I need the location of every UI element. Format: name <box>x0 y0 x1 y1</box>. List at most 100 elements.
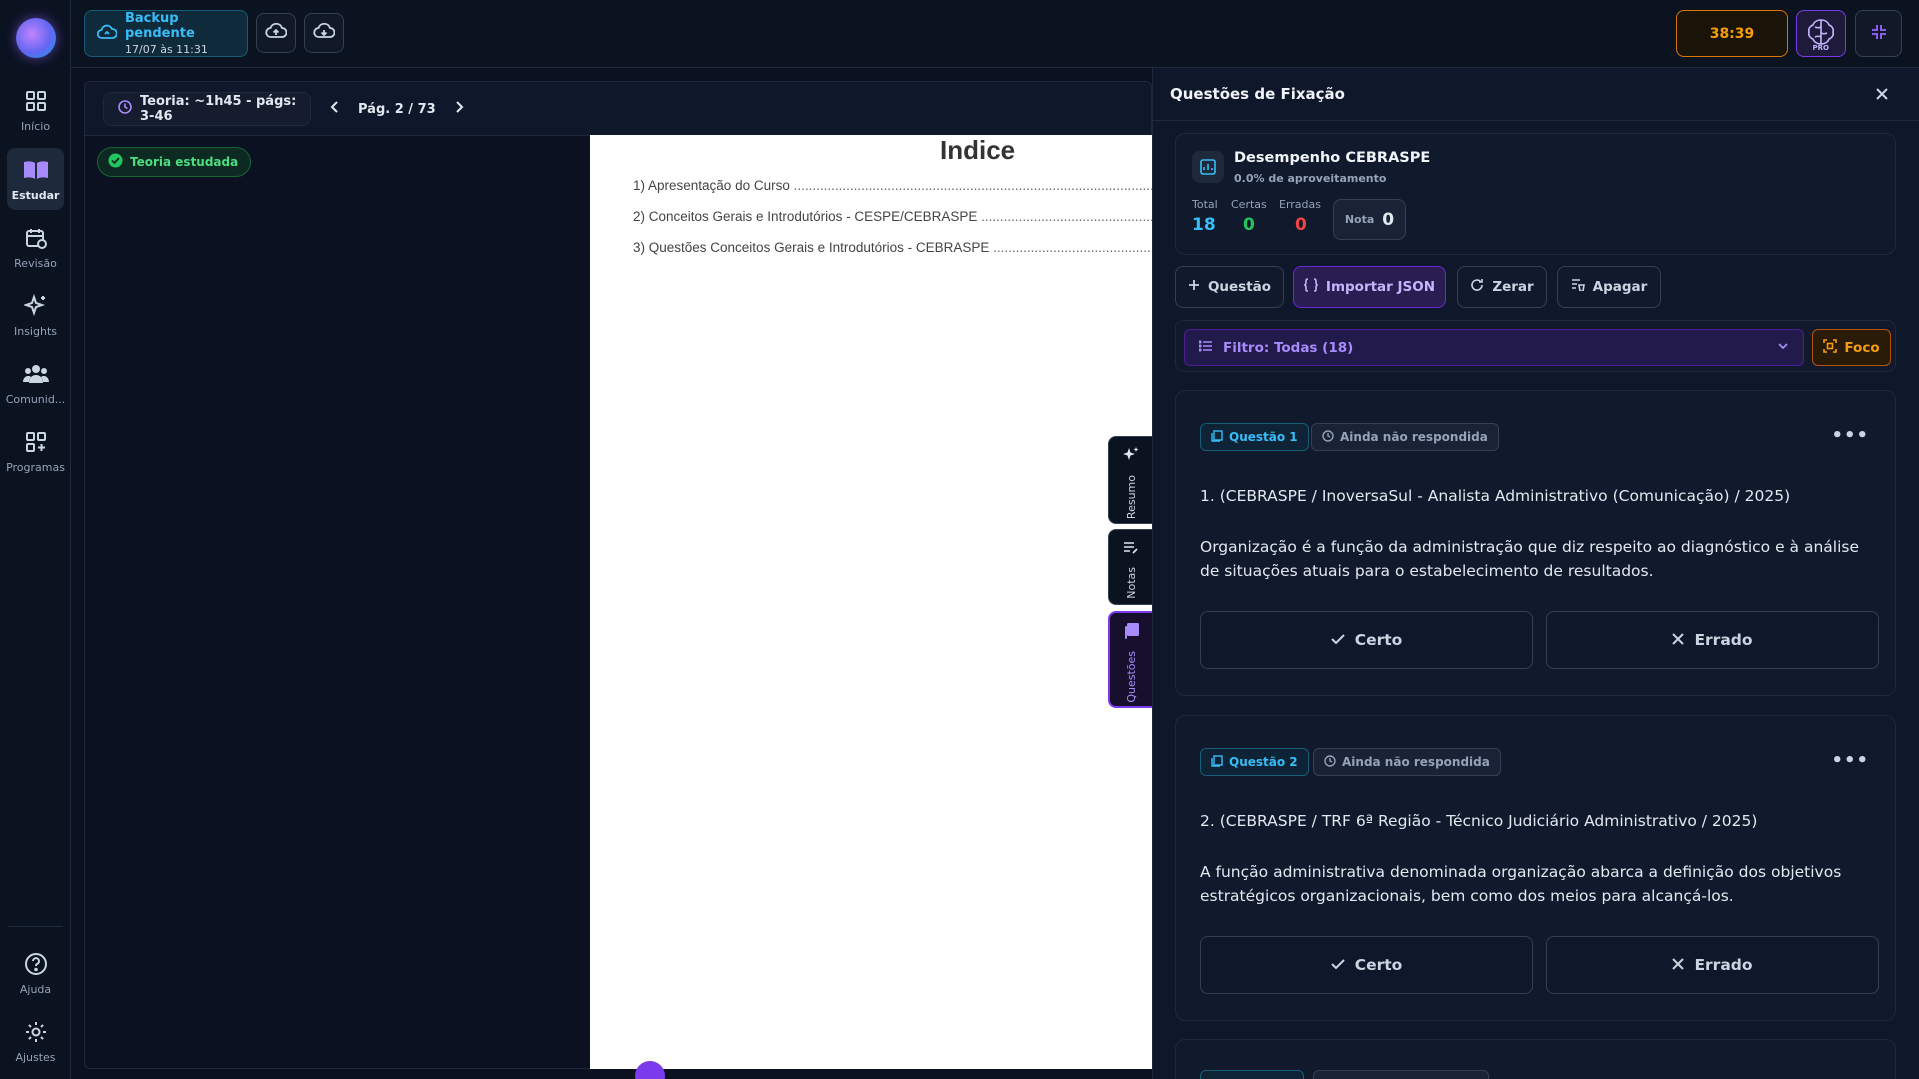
button-label: Zerar <box>1492 279 1534 295</box>
reader-toolbar: Teoria: ~1h45 - págs: 3-46 Pág. 2 / 73 <box>85 82 1151 136</box>
grid-icon <box>23 88 49 114</box>
theory-info-pill[interactable]: Teoria: ~1h45 - págs: 3-46 <box>103 92 311 126</box>
minimize-icon <box>1870 23 1888 45</box>
brain-logo[interactable] <box>16 18 56 58</box>
panel-title: Questões de Fixação <box>1170 85 1345 103</box>
sidebar-item-insights[interactable]: Insights <box>7 284 64 346</box>
tab-label: Notas <box>1124 567 1138 599</box>
question-number-badge: Questão 2 <box>1200 748 1309 776</box>
questions-icon <box>1124 623 1139 643</box>
chart-icon <box>1192 151 1224 183</box>
sidebar-item-comunidade[interactable]: Comunid... <box>6 352 65 414</box>
braces-icon <box>1302 278 1319 296</box>
sidebar-item-label: Estudar <box>11 188 60 202</box>
answer-certo-button[interactable]: Certo <box>1200 936 1533 994</box>
prev-page-button[interactable] <box>330 100 340 118</box>
stat-label: Total <box>1192 198 1218 211</box>
clock-icon <box>118 100 132 118</box>
close-icon <box>1876 88 1888 100</box>
sidebar-item-label: Ajuda <box>19 982 52 996</box>
close-panel-button[interactable] <box>1871 83 1893 105</box>
top-bar: Backup pendente 17/07 às 11:31 38:39 PRO <box>71 0 1919 68</box>
button-label: Importar JSON <box>1325 279 1436 295</box>
sidebar-item-ajuda[interactable]: Ajuda <box>7 942 64 1004</box>
more-options-button[interactable]: ••• <box>1831 750 1869 771</box>
question-number-badge <box>1200 1070 1304 1079</box>
focus-mode-button[interactable]: Foco <box>1812 329 1891 366</box>
cloud-download-button[interactable] <box>304 13 344 53</box>
delete-button[interactable]: Apagar <box>1557 266 1661 308</box>
stat-value: 18 <box>1192 215 1216 235</box>
pdf-index-line[interactable]: 2) Conceitos Gerais e Introdutórios - CE… <box>633 209 1153 224</box>
backup-status-button[interactable]: Backup pendente 17/07 às 11:31 <box>84 10 248 57</box>
sidebar-item-ajustes[interactable]: Ajustes <box>7 1010 64 1072</box>
badge-label: Questão 1 <box>1229 430 1298 444</box>
check-circle-icon <box>108 153 123 171</box>
sidebar-item-inicio[interactable]: Início <box>7 79 64 141</box>
sidebar-item-revisao[interactable]: Revisão <box>7 216 64 278</box>
sidebar-item-estudar[interactable]: Estudar <box>7 148 64 210</box>
next-page-button[interactable] <box>454 100 464 118</box>
button-label: Certo <box>1354 956 1403 974</box>
backup-title: Backup pendente <box>125 11 195 41</box>
book-stack-icon <box>1211 429 1223 445</box>
badge-label: Questão 2 <box>1229 755 1298 769</box>
button-label: Foco <box>1844 339 1880 356</box>
tab-resumo[interactable]: Resumo <box>1108 436 1153 524</box>
study-timer[interactable]: 38:39 <box>1676 10 1788 57</box>
stat-label: Erradas <box>1279 198 1321 211</box>
answer-certo-button[interactable]: Certo <box>1200 611 1533 669</box>
sidebar-item-label: Programas <box>6 460 65 474</box>
question-card <box>1175 1039 1896 1079</box>
question-card: Questão 2 Ainda não respondida ••• 2. (C… <box>1175 715 1896 1021</box>
question-status-badge: Ainda não respondida <box>1313 748 1501 776</box>
button-label: Questão <box>1207 279 1272 295</box>
tab-notas[interactable]: Notas <box>1108 529 1153 605</box>
exit-fullscreen-button[interactable] <box>1855 10 1902 57</box>
more-options-button[interactable]: ••• <box>1831 425 1869 446</box>
reset-button[interactable]: Zerar <box>1457 266 1547 308</box>
nota-label: Nota <box>1344 213 1375 226</box>
button-label: Certo <box>1354 631 1403 649</box>
question-status-badge <box>1313 1070 1489 1079</box>
answer-errado-button[interactable]: Errado <box>1546 611 1879 669</box>
tab-questoes[interactable]: Questões <box>1108 611 1153 708</box>
cloud-upload-button[interactable] <box>256 13 296 53</box>
theory-studied-badge[interactable]: Teoria estudada <box>97 147 252 177</box>
pdf-line-text: 2) Conceitos Gerais e Introdutórios - CE… <box>633 209 978 224</box>
pdf-leader-dots: ........................................… <box>993 240 1153 255</box>
book-icon <box>23 157 49 183</box>
stat-value: 0 <box>1295 215 1307 235</box>
pdf-index-line[interactable]: 3) Questões Conceitos Gerais e Introdutó… <box>633 240 1153 255</box>
filter-dropdown[interactable]: Filtro: Todas (18) <box>1184 329 1804 366</box>
pdf-reader: Teoria: ~1h45 - págs: 3-46 Pág. 2 / 73 T… <box>84 81 1153 1079</box>
status-label: Ainda não respondida <box>1340 430 1488 444</box>
pdf-line-text: 1) Apresentação do Curso <box>633 178 790 193</box>
stat-erradas: Erradas 0 <box>1279 198 1321 235</box>
book-stack-icon <box>1211 754 1223 770</box>
pro-avatar-button[interactable]: PRO <box>1796 10 1846 57</box>
question-header: 1. (CEBRASPE / InoversaSul - Analista Ad… <box>1200 487 1791 505</box>
import-json-button[interactable]: Importar JSON <box>1293 266 1446 308</box>
answer-errado-button[interactable]: Errado <box>1546 936 1879 994</box>
pdf-leader-dots: ........................................… <box>981 209 1153 224</box>
questions-panel: Questões de Fixação Desempenho CEBRASPE … <box>1152 68 1919 1079</box>
question-body: A função administrativa denominada organ… <box>1200 863 1842 905</box>
users-icon <box>22 361 49 387</box>
add-question-button[interactable]: Questão <box>1175 266 1284 308</box>
clock-icon <box>1322 429 1334 445</box>
check-icon <box>1330 956 1345 974</box>
sidebar-item-label: Ajustes <box>15 1050 56 1064</box>
gear-icon <box>23 1019 49 1045</box>
performance-title: Desempenho CEBRASPE <box>1234 150 1431 166</box>
question-body: Organização é a função da administração … <box>1200 538 1860 580</box>
cloud-download-icon <box>313 22 336 44</box>
pdf-index-line[interactable]: 1) Apresentação do Curso ...............… <box>633 178 1153 193</box>
pdf-line-text: 3) Questões Conceitos Gerais e Introdutó… <box>633 240 990 255</box>
refresh-icon <box>1470 278 1484 296</box>
performance-card: Desempenho CEBRASPE 0.0% de aproveitamen… <box>1175 133 1896 255</box>
sidebar-item-programas[interactable]: Programas <box>6 420 65 482</box>
question-status-badge: Ainda não respondida <box>1311 423 1499 451</box>
button-label: Apagar <box>1592 279 1648 295</box>
notes-icon <box>1123 540 1139 559</box>
